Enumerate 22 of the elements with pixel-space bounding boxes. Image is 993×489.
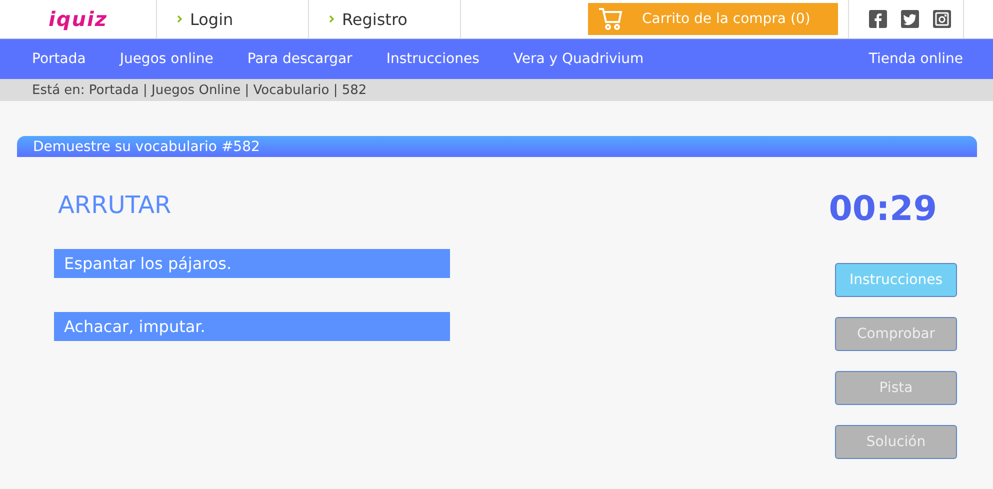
nav-link[interactable]: Instrucciones [386, 51, 480, 67]
camera-icon[interactable] [933, 10, 951, 28]
answer-option[interactable]: Espantar los pájaros. [54, 249, 450, 278]
bird-icon[interactable] [901, 10, 919, 28]
nav-link[interactable]: Vera y Quadrivium [513, 51, 644, 67]
logo[interactable]: iquiz [48, 7, 108, 31]
facebook-icon[interactable] [869, 10, 887, 28]
chevron-icon [329, 15, 334, 23]
cart-icon [598, 6, 624, 32]
header-link[interactable]: Registro [329, 10, 408, 28]
breadcrumb: Está en: Portada | Juegos Online | Vocabulario | 582 [32, 82, 367, 98]
nav-link[interactable]: Para descargar [247, 51, 352, 67]
panel-title-bar: Demuestre su vocabulario #582 [17, 136, 977, 157]
nav-link[interactable]: Juegos online [120, 51, 214, 67]
answer-option[interactable]: Achacar, imputar. [54, 312, 450, 341]
cart-button[interactable]: Carrito de la compra (0) [588, 3, 838, 35]
nav-link[interactable]: Tienda online [868, 51, 963, 67]
header-link[interactable]: Login [177, 10, 234, 28]
nav-link[interactable]: Portada [32, 51, 86, 67]
quiz-word: ARRUTAR [58, 191, 172, 219]
timer: 00:29 [828, 189, 937, 229]
chevron-icon [177, 15, 182, 23]
